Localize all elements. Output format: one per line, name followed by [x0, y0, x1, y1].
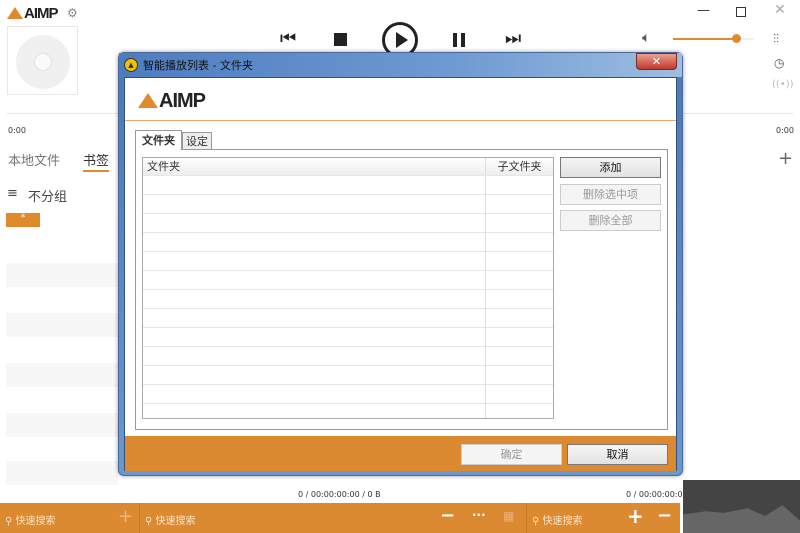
- app-logo: AIMP: [7, 5, 58, 22]
- queue-status: 0 / 00:00:00:00: [626, 490, 688, 499]
- volume-slider[interactable]: [673, 34, 754, 43]
- dialog-logo: AIMP: [138, 90, 206, 113]
- add-icon[interactable]: +: [778, 148, 793, 169]
- more-icon[interactable]: ···: [472, 508, 486, 522]
- time-remaining: 0:00: [776, 126, 794, 135]
- volume-icon[interactable]: 🔈︎: [642, 30, 650, 46]
- radio-icon[interactable]: ((•)): [772, 79, 794, 90]
- grid-icon[interactable]: ▦: [503, 509, 514, 523]
- tab-settings[interactable]: 设定: [182, 132, 212, 150]
- search-field-center[interactable]: ⚲ 快速搜索: [145, 512, 196, 527]
- tab-folders[interactable]: 文件夹: [135, 130, 182, 150]
- remove-all-button[interactable]: 删除全部: [560, 210, 661, 231]
- clock-icon[interactable]: ◷: [774, 56, 784, 70]
- tab-panel: 文件夹 子文件夹 添加 删除选中项 删除全部: [135, 149, 668, 430]
- album-art: [7, 26, 78, 95]
- time-elapsed: 0:00: [8, 126, 26, 135]
- maximize-icon[interactable]: [736, 7, 746, 17]
- close-icon[interactable]: ✕: [774, 2, 786, 18]
- add-playlist-icon[interactable]: +: [118, 506, 133, 527]
- playlist-status: 0 / 00:00:00:00 / 0 B: [298, 490, 381, 499]
- aimp-icon: ▲: [124, 58, 138, 72]
- dialog-titlebar: ▲ 智能播放列表 - 文件夹 ✕: [119, 53, 682, 77]
- group-label[interactable]: 不分组: [28, 186, 67, 205]
- dialog-title: 智能播放列表 - 文件夹: [143, 59, 253, 72]
- remove-selected-button[interactable]: 删除选中项: [560, 184, 661, 205]
- dialog-footer: 确定 取消: [125, 436, 676, 471]
- previous-icon[interactable]: ⏮: [280, 28, 296, 49]
- cancel-button[interactable]: 取消: [567, 444, 668, 465]
- playlist-chip[interactable]: *: [6, 213, 40, 227]
- bottom-toolbar: ⚲ 快速搜索 + ⚲ 快速搜索 − ··· ▦ ⚲ 快速搜索 + −: [0, 503, 680, 533]
- smart-playlist-dialog: ▲ 智能播放列表 - 文件夹 ✕ AIMP 文件夹 设定 文件夹 子文件夹 添加…: [118, 52, 683, 476]
- pause-icon[interactable]: [461, 33, 465, 47]
- ok-button[interactable]: 确定: [461, 444, 562, 465]
- remove-icon[interactable]: −: [657, 505, 672, 526]
- group-menu-icon[interactable]: ≡: [7, 186, 18, 201]
- column-header-folder[interactable]: 文件夹: [143, 158, 486, 175]
- stop-icon[interactable]: [334, 33, 347, 46]
- visualization: [683, 480, 800, 533]
- minimize-icon[interactable]: —: [697, 3, 710, 18]
- next-icon[interactable]: ⏭: [505, 28, 521, 49]
- column-header-subfolders[interactable]: 子文件夹: [486, 158, 553, 175]
- folder-table[interactable]: 文件夹 子文件夹: [142, 157, 554, 419]
- add-button[interactable]: 添加: [560, 157, 661, 178]
- dialog-close-button[interactable]: ✕: [636, 53, 677, 70]
- add-icon[interactable]: +: [627, 504, 644, 528]
- equalizer-icon[interactable]: ⫶⫶: [773, 32, 779, 47]
- tab-local-files[interactable]: 本地文件: [8, 150, 60, 169]
- settings-gear-icon[interactable]: ⚙: [67, 6, 78, 20]
- search-field-right[interactable]: ⚲ 快速搜索: [532, 512, 583, 527]
- search-field-left[interactable]: ⚲ 快速搜索: [5, 512, 56, 527]
- remove-icon[interactable]: −: [440, 505, 455, 526]
- tab-bookmarks[interactable]: 书签: [83, 150, 110, 172]
